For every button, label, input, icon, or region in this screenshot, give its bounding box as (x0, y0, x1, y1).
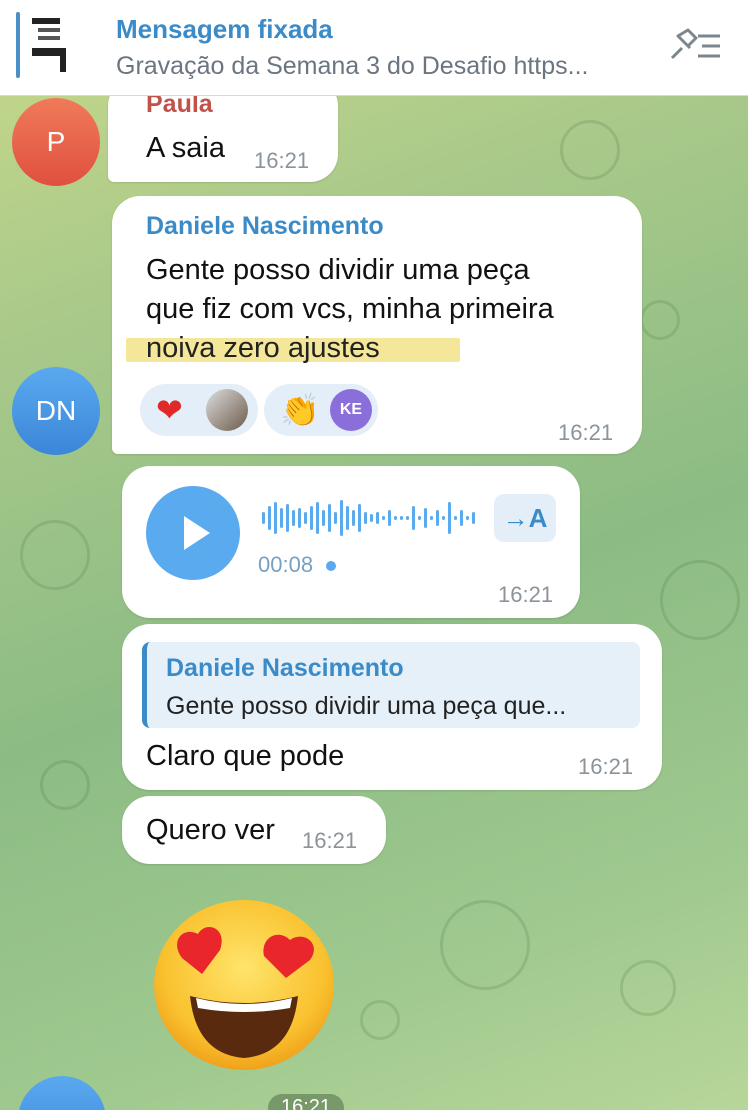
pinned-thumbnail (32, 18, 68, 74)
voice-duration: 00:08 (258, 552, 314, 577)
heart-eyes-emoji[interactable] (152, 898, 336, 1072)
avatar-initials: P (46, 126, 66, 157)
avatar-initials: DN (35, 395, 77, 426)
play-button[interactable] (146, 486, 240, 580)
pinned-indicator (16, 12, 20, 78)
message-time: 16:21 (558, 420, 614, 445)
reply-text: Gente posso dividir uma peça que... (166, 692, 567, 720)
reply-sender: Daniele Nascimento (166, 654, 404, 682)
message-time: 16:21 (302, 828, 358, 853)
avatar[interactable]: P (12, 98, 100, 186)
unplayed-dot (326, 561, 336, 571)
reactor-avatar (206, 389, 248, 431)
sender-name[interactable]: Daniele Nascimento (146, 212, 384, 241)
message-text: Claro que pode (146, 740, 345, 772)
reaction-clap[interactable]: 👏 KE (264, 384, 378, 436)
pin-list-icon[interactable] (668, 28, 724, 64)
reactor-avatar: KE (330, 389, 372, 431)
message-time: 16:21 (254, 148, 310, 173)
clapping-hands-icon: 👏 (280, 392, 320, 428)
message-time: 16:21 (498, 582, 554, 607)
avatar[interactable]: DN (12, 367, 100, 455)
message-time: 16:21 (578, 754, 634, 779)
heart-icon: ❤ (156, 392, 183, 428)
message-text-line: que fiz com vcs, minha primeira (146, 293, 554, 325)
message-text: Quero ver (146, 814, 275, 846)
pinned-message-bar[interactable]: Mensagem fixada Gravação da Semana 3 do … (0, 0, 748, 96)
message-text-line: noiva zero ajustes (146, 332, 380, 364)
reaction-heart[interactable]: ❤ (140, 384, 258, 436)
play-icon (184, 516, 210, 550)
transcribe-button[interactable]: →A (494, 494, 556, 542)
pinned-text: Gravação da Semana 3 do Desafio https... (116, 52, 589, 80)
message-time: 16:21 (268, 1094, 344, 1110)
waveform[interactable] (262, 498, 484, 538)
message-text: A saia (146, 132, 225, 164)
message-text-line: Gente posso dividir uma peça (146, 254, 530, 286)
pinned-title: Mensagem fixada (116, 14, 333, 44)
